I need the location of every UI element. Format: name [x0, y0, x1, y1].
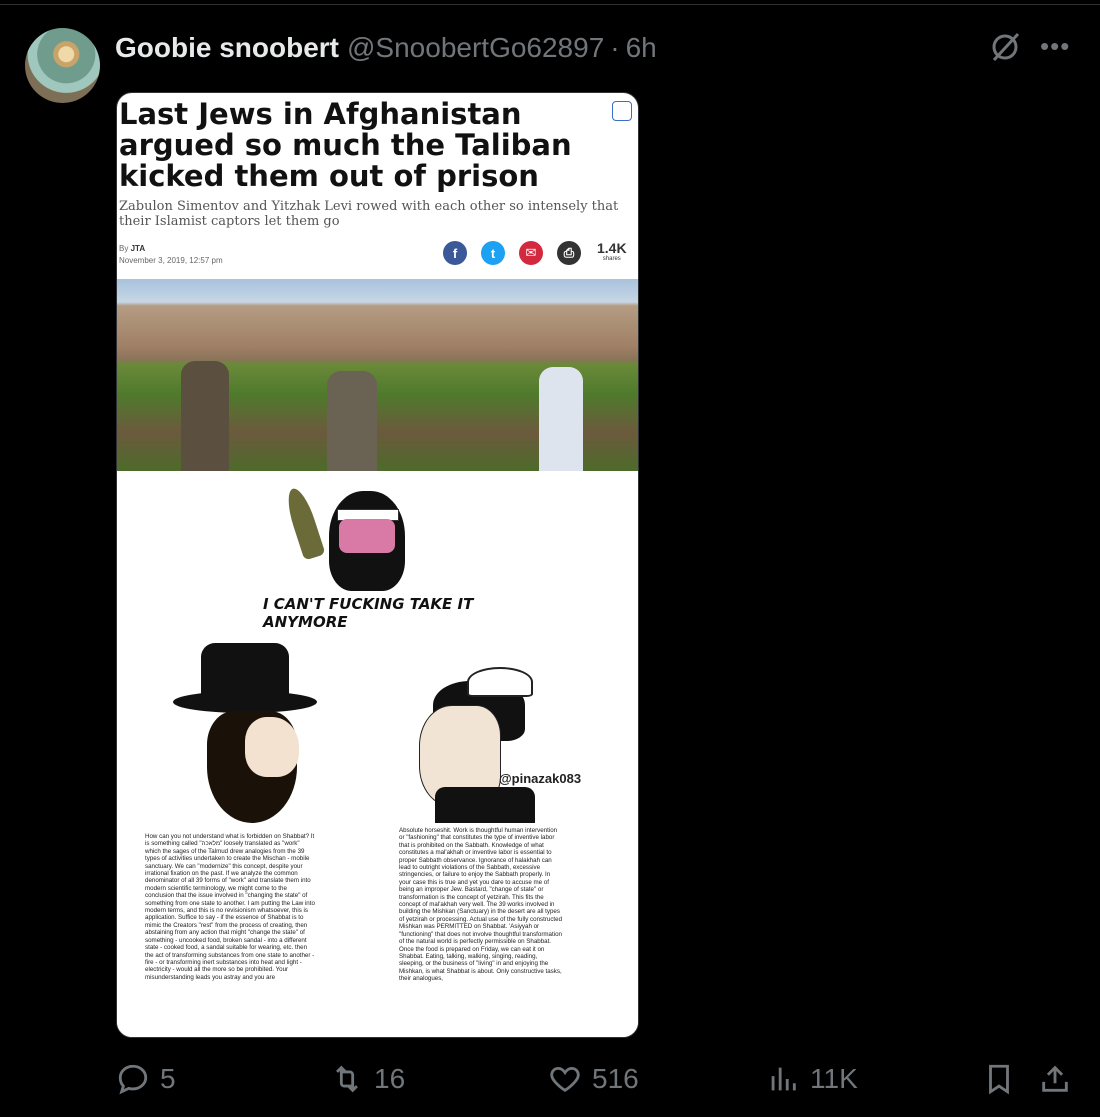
- lens-icon[interactable]: [612, 101, 632, 121]
- views-button[interactable]: 11K: [766, 1055, 858, 1103]
- reply-icon: [118, 1064, 148, 1095]
- share-count-value: 1.4K: [597, 240, 627, 256]
- militant-wojak: [329, 491, 405, 591]
- print-icon: ⎙: [557, 241, 581, 265]
- article-date: November 3, 2019, 12:57 pm: [119, 256, 223, 265]
- article-photo: [117, 279, 638, 471]
- shirt: [435, 787, 535, 823]
- kippah-chad: [415, 667, 535, 823]
- article-headline: Last Jews in Afghanistan argued so much …: [119, 97, 572, 193]
- avatar[interactable]: [25, 28, 100, 103]
- post-media-image[interactable]: Last Jews in Afghanistan argued so much …: [116, 92, 639, 1038]
- tiktok-watermark: @pinazak083: [499, 771, 582, 786]
- like-button[interactable]: 516: [548, 1055, 639, 1103]
- top-divider: [0, 4, 1100, 5]
- share-count-label: shares: [602, 256, 621, 262]
- rabbi-wojak: [173, 643, 317, 823]
- share-buttons: f t ✉ ⎙: [443, 241, 581, 265]
- reply-button[interactable]: 5: [116, 1055, 176, 1103]
- article-byline: By JTA November 3, 2019, 12:57 pm: [119, 243, 223, 267]
- bookmark-icon: [989, 1064, 1009, 1095]
- right-dialogue-text: Absolute horseshit. Work is thoughtful h…: [399, 827, 563, 983]
- byline-author: JTA: [130, 244, 146, 253]
- man-left: [181, 361, 229, 471]
- post-time[interactable]: 6h: [626, 32, 657, 64]
- repost-button[interactable]: 16: [330, 1055, 405, 1103]
- share-icon: [1042, 1065, 1068, 1092]
- rabbi-face: [245, 717, 299, 777]
- action-bar: 5 16 516 11K: [0, 1055, 1100, 1103]
- article-subhead: Zabulon Simentov and Yitzhak Levi rowed …: [119, 199, 619, 229]
- twitter-icon: t: [481, 241, 505, 265]
- pink-face: [339, 519, 395, 553]
- display-name[interactable]: Goobie snoobert: [115, 32, 339, 64]
- post-header: Goobie snoobert @SnoobertGo62897 · 6h: [115, 28, 657, 68]
- repost-icon: [336, 1065, 358, 1093]
- views-count: 11K: [810, 1063, 858, 1094]
- like-icon: [550, 1066, 580, 1093]
- share-count: 1.4K shares: [597, 241, 627, 263]
- more-icon[interactable]: •••: [1040, 33, 1070, 59]
- user-handle[interactable]: @SnoobertGo62897: [347, 32, 604, 64]
- reply-count: 5: [160, 1063, 176, 1094]
- like-count: 516: [592, 1063, 639, 1094]
- hat-brim: [173, 691, 317, 713]
- email-icon: ✉: [519, 241, 543, 265]
- separator-dot: ·: [610, 32, 620, 63]
- facebook-icon: f: [443, 241, 467, 265]
- views-icon: [771, 1067, 796, 1091]
- byline-prefix: By: [119, 244, 129, 253]
- grok-icon[interactable]: [988, 30, 1022, 64]
- rpg-icon: [282, 485, 326, 561]
- meme-quote: I CAN'T FUCKING TAKE IT ANYMORE: [263, 595, 474, 631]
- bookmark-button[interactable]: [982, 1055, 1026, 1103]
- left-dialogue-text: How can you not understand what is forbi…: [145, 833, 315, 981]
- man-center: [327, 371, 377, 471]
- share-button[interactable]: [1038, 1055, 1082, 1103]
- meme-panel: I CAN'T FUCKING TAKE IT ANYMORE @pinazak…: [117, 471, 638, 1037]
- man-right: [539, 367, 583, 471]
- repost-count: 16: [374, 1063, 406, 1094]
- kippah: [467, 667, 533, 697]
